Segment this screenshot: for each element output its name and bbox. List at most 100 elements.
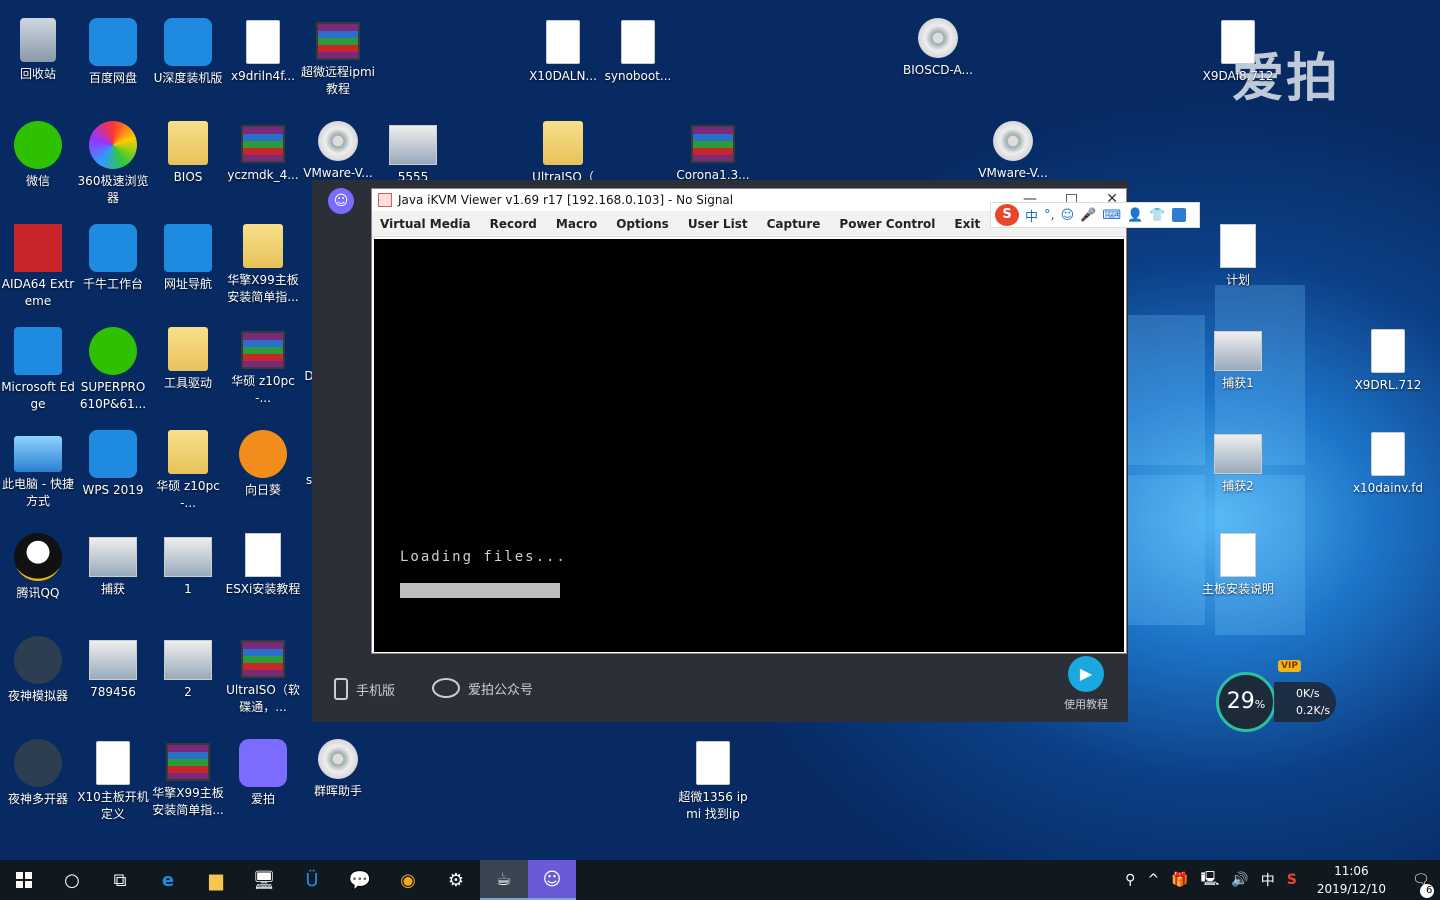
user-icon[interactable]: 👤 xyxy=(1127,208,1143,223)
desktop-icon[interactable]: 千牛工作台 xyxy=(75,218,151,293)
punctuation-icon[interactable]: °, xyxy=(1044,208,1055,223)
desktop-icon[interactable]: 360极速浏览器 xyxy=(75,115,151,207)
desktop-icon[interactable]: 网址导航 xyxy=(150,218,226,293)
desktop-icon[interactable]: Corona1.3... xyxy=(675,115,751,184)
start-button[interactable] xyxy=(0,860,48,900)
desktop-icon[interactable]: 2 xyxy=(150,630,226,701)
desktop-icon[interactable]: 华硕 z10pc-... xyxy=(150,424,226,512)
desktop-icon[interactable]: 华擎X99主板安装简单指... xyxy=(225,218,301,306)
rar-icon xyxy=(166,743,210,781)
desktop-icon[interactable]: U深度装机版 xyxy=(150,12,226,87)
menu-options[interactable]: Options xyxy=(616,217,669,231)
desktop-icon[interactable]: x10dainv.fd xyxy=(1350,424,1426,497)
people-icon[interactable]: ⚲ xyxy=(1119,872,1141,888)
desktop-icon[interactable]: ESXi安装教程 xyxy=(225,527,301,598)
desktop-icon[interactable]: 华硕 z10pc-... xyxy=(225,321,301,407)
desktop-icon[interactable]: BIOS xyxy=(150,115,226,186)
word-icon xyxy=(1220,224,1256,268)
taskbar-aipai[interactable]: ☺ xyxy=(528,860,576,900)
taskbar-file-explorer[interactable]: ▆ xyxy=(192,860,240,900)
desktop-icon[interactable]: X10主板开机定义 xyxy=(75,733,151,823)
volume-icon[interactable]: 🔊 xyxy=(1225,872,1254,888)
desktop-icon[interactable]: 百度网盘 xyxy=(75,12,151,87)
taskbar-qianniu[interactable]: Ü xyxy=(288,860,336,900)
taskbar-network-tool[interactable]: 🖥 xyxy=(240,860,288,900)
clock[interactable]: 11:06 2019/12/10 xyxy=(1303,862,1400,898)
desktop-icon[interactable]: 捕获2 xyxy=(1200,424,1276,495)
taskbar-edge[interactable]: e xyxy=(144,860,192,900)
desktop-icon[interactable]: X9DAi8.712 xyxy=(1200,12,1276,85)
emoji-icon[interactable]: ☺ xyxy=(1061,208,1075,223)
notification-badge: 6 xyxy=(1420,884,1434,898)
desktop-icon[interactable]: WPS 2019 xyxy=(75,424,151,499)
desktop-icon[interactable]: X9DRL.712 xyxy=(1350,321,1426,394)
show-hidden-icons-chevron-up-icon[interactable]: ^ xyxy=(1141,872,1165,888)
taskbar-settings[interactable]: ⚙ xyxy=(432,860,480,900)
microphone-icon[interactable]: 🎤 xyxy=(1080,208,1096,223)
desktop-icon[interactable]: UltraISO（ xyxy=(525,115,601,186)
desktop-icon[interactable]: 微信 xyxy=(0,115,76,190)
desktop-icon[interactable]: 5555 xyxy=(375,115,451,186)
taskbar-java-viewer[interactable]: ☕ xyxy=(480,860,528,900)
sogou-logo-icon[interactable]: S xyxy=(995,204,1019,226)
desktop-icon[interactable]: VMware-V... xyxy=(975,115,1051,182)
desktop-icon[interactable]: 夜神多开器 xyxy=(0,733,76,808)
desktop-icon-label: 主板安装说明 xyxy=(1201,582,1274,596)
menu-capture[interactable]: Capture xyxy=(767,217,821,231)
desktop-icon[interactable]: synoboot... xyxy=(600,12,676,85)
menu-power-control[interactable]: Power Control xyxy=(839,217,935,231)
remote-screen[interactable]: Loading files... xyxy=(374,239,1124,652)
desktop-icon[interactable]: 华擎X99主板安装简单指... xyxy=(150,733,226,819)
desktop-icon[interactable]: 计划 xyxy=(1200,218,1276,289)
desktop-icon[interactable]: SUPERPRO 610P&61... xyxy=(75,321,151,413)
desktop-icon[interactable]: 工具驱动 xyxy=(150,321,226,392)
desktop-icon[interactable]: BIOSCD-A... xyxy=(900,12,976,79)
desktop-icon[interactable]: 此电脑 - 快捷方式 xyxy=(0,424,76,510)
keyboard-icon[interactable]: ⌨ xyxy=(1102,208,1121,223)
taskbar-wechat[interactable]: 💬 xyxy=(336,860,384,900)
desktop-icon[interactable]: 1 xyxy=(150,527,226,598)
desktop-icon[interactable]: UltraISO（软碟通，... xyxy=(225,630,301,716)
desktop-icon[interactable]: 爱拍 xyxy=(225,733,301,808)
desktop-icon[interactable]: 捕获1 xyxy=(1200,321,1276,392)
desktop-icon[interactable]: 向日葵 xyxy=(225,424,301,499)
desktop-icon[interactable]: Microsoft Edge xyxy=(0,321,76,413)
desktop-icon[interactable]: 主板安装说明 xyxy=(1200,527,1276,598)
toolbox-icon[interactable] xyxy=(1171,208,1186,222)
menu-exit[interactable]: Exit xyxy=(954,217,980,231)
menu-macro[interactable]: Macro xyxy=(556,217,597,231)
color-icon xyxy=(89,121,137,169)
aipai-logo-icon[interactable]: ☺ xyxy=(328,188,354,214)
desktop-icon[interactable]: 夜神模拟器 xyxy=(0,630,76,705)
mobile-version-link[interactable]: 手机版 xyxy=(334,678,395,700)
desktop-icon[interactable]: VMware-V... xyxy=(300,115,376,182)
desktop-icon[interactable]: 捕获 xyxy=(75,527,151,598)
desktop-icon[interactable]: 腾讯QQ xyxy=(0,527,76,602)
desktop-icon[interactable]: 回收站 xyxy=(0,12,76,83)
desktop-icon[interactable]: 超微1356 ipmi 找到ip xyxy=(675,733,751,823)
menu-user-list[interactable]: User List xyxy=(688,217,748,231)
desktop-icon[interactable]: yczmdk_4... xyxy=(225,115,301,184)
taskbar-360-browser[interactable]: ◉ xyxy=(384,860,432,900)
sogou-tray-icon[interactable]: S xyxy=(1281,872,1303,888)
desktop-icon[interactable]: X10DALN... xyxy=(525,12,601,85)
menu-record[interactable]: Record xyxy=(490,217,537,231)
desktop-icon[interactable]: x9driln4f... xyxy=(225,12,301,85)
tutorial-button[interactable]: ▶ 使用教程 xyxy=(1064,656,1108,712)
ime-lang-toggle[interactable]: 中 xyxy=(1025,206,1038,225)
task-view-button[interactable]: ⧉ xyxy=(96,860,144,900)
desktop-icon[interactable]: AIDA64 Extreme xyxy=(0,218,76,310)
desktop-icon[interactable]: 超微远程ipmi教程 xyxy=(300,12,376,98)
network-icon[interactable]: 🖳 xyxy=(1195,868,1226,892)
action-center-button[interactable]: 🗨 6 xyxy=(1400,872,1440,898)
windows-icon xyxy=(16,872,32,888)
skin-icon[interactable]: 👕 xyxy=(1149,208,1165,223)
ime-indicator[interactable]: 中 xyxy=(1255,870,1281,890)
menu-virtual-media[interactable]: Virtual Media xyxy=(380,217,471,231)
search-button[interactable]: ○ xyxy=(48,860,96,900)
network-speed-widget[interactable]: 29% 0K/s 0.2K/s VIP xyxy=(1216,660,1336,732)
desktop-icon[interactable]: 789456 xyxy=(75,630,151,701)
desktop-icon[interactable]: 群晖助手 xyxy=(300,733,376,800)
gift-icon[interactable]: 🎁 xyxy=(1165,872,1194,888)
wechat-official-link[interactable]: 爱拍公众号 xyxy=(432,678,533,698)
